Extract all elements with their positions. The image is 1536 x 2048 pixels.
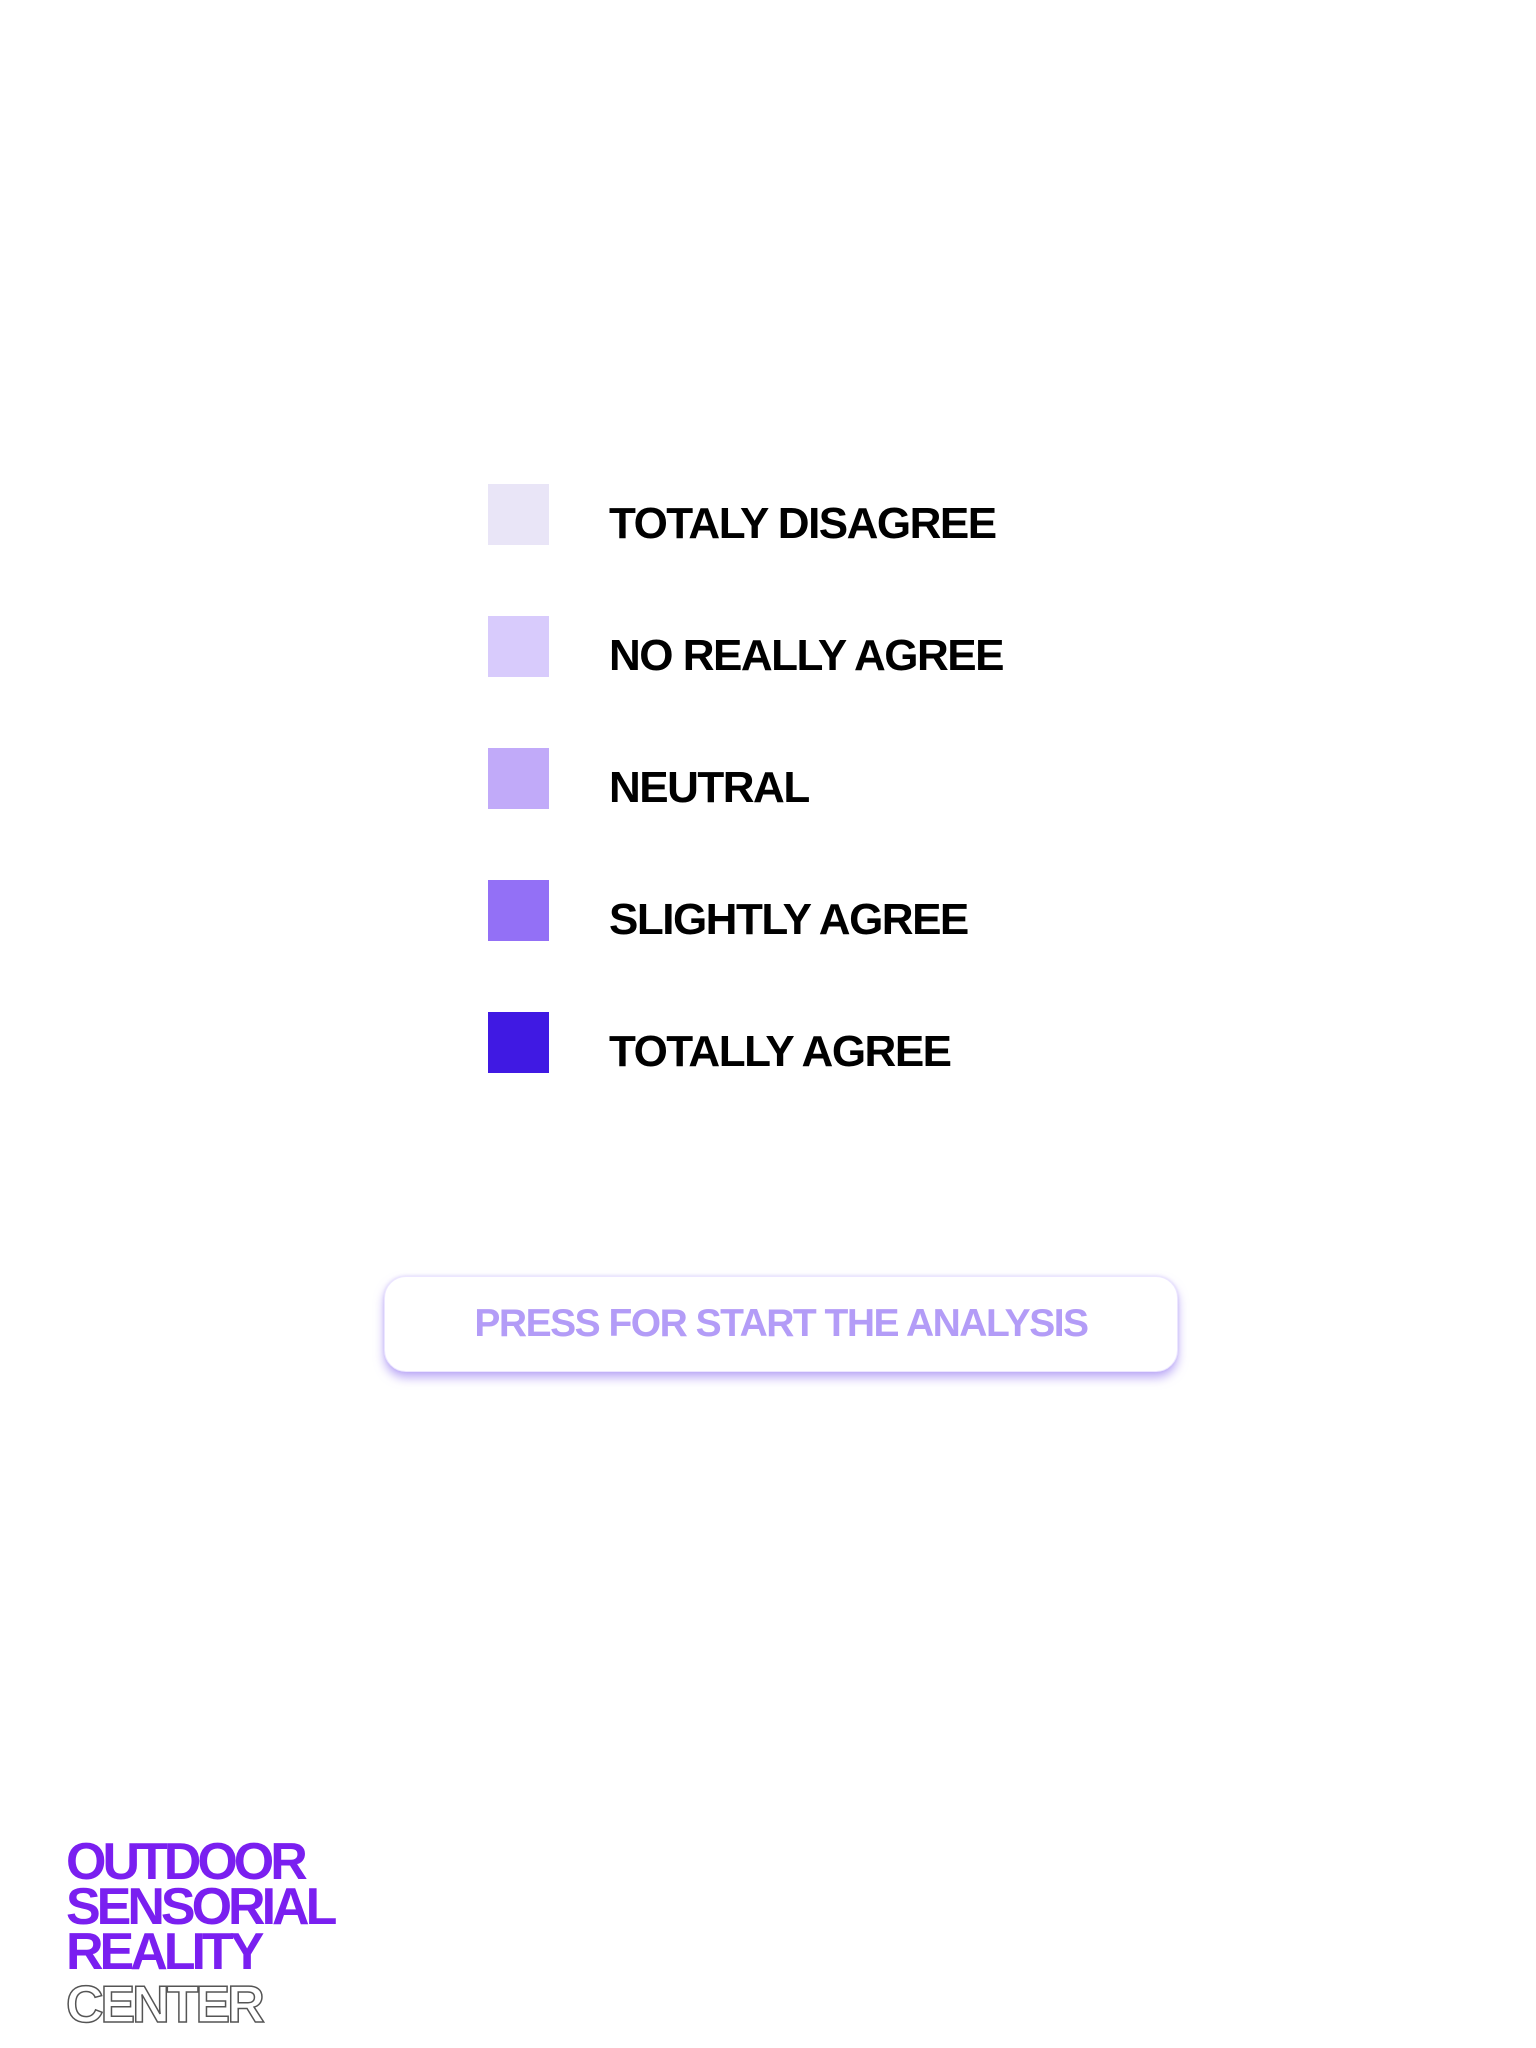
legend-label-totally-agree: TOTALLY AGREE — [609, 1027, 952, 1076]
response-scale-legend: TOTALY DISAGREE NO REALLY AGREE NEUTRAL … — [488, 484, 1188, 1144]
color-swatch-totaly-disagree — [488, 484, 549, 545]
color-swatch-no-really-agree — [488, 616, 549, 677]
start-analysis-label: PRESS FOR START THE ANALYSIS — [474, 1302, 1089, 1345]
legend-item-neutral: NEUTRAL — [488, 748, 1188, 880]
legend-label-neutral: NEUTRAL — [609, 763, 810, 812]
legend-label-slightly-agree: SLIGHTLY AGREE — [609, 895, 969, 944]
legend-item-no-really-agree: NO REALLY AGREE — [488, 616, 1188, 748]
logo-line-reality: REALITY — [66, 1923, 264, 1981]
legend-label-totaly-disagree: TOTALY DISAGREE — [609, 499, 997, 548]
legend-item-totally-agree: TOTALLY AGREE — [488, 1012, 1188, 1144]
legend-label-no-really-agree: NO REALLY AGREE — [609, 631, 1004, 680]
color-swatch-neutral — [488, 748, 549, 809]
legend-item-totaly-disagree: TOTALY DISAGREE — [488, 484, 1188, 616]
legend-item-slightly-agree: SLIGHTLY AGREE — [488, 880, 1188, 1012]
logo: OUTDOOR SENSORIAL REALITY CENTER — [65, 1836, 426, 2034]
logo-line-center: CENTER — [65, 1976, 265, 2034]
color-swatch-totally-agree — [488, 1012, 549, 1073]
color-swatch-slightly-agree — [488, 880, 549, 941]
start-analysis-button[interactable]: PRESS FOR START THE ANALYSIS — [384, 1276, 1178, 1372]
